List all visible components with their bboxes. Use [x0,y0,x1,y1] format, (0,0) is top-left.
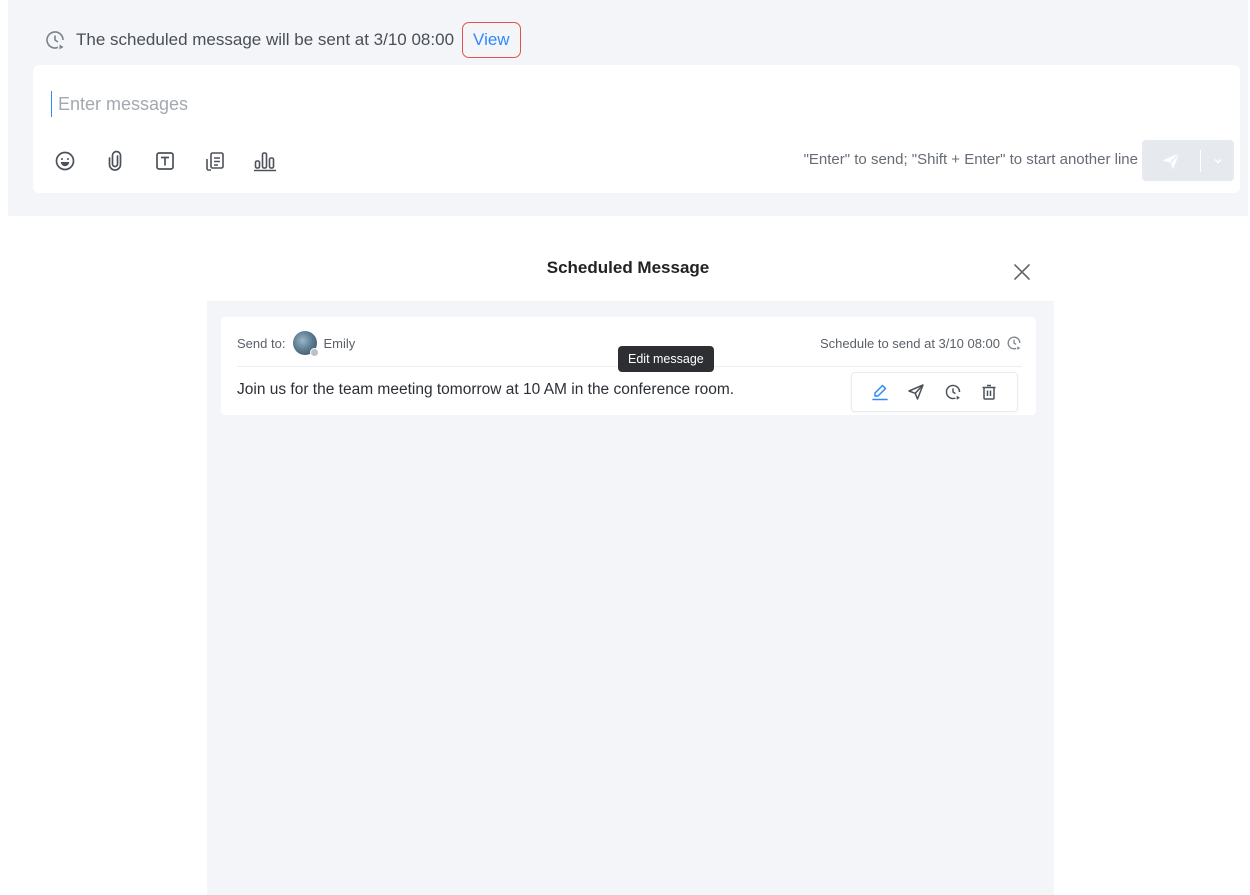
scheduled-clock-icon [44,29,66,51]
schedule-notice-text: The scheduled message will be sent at 3/… [76,30,455,49]
message-composer-area: The scheduled message will be sent at 3/… [8,0,1248,216]
composer-box: "Enter" to send; "Shift + Enter" to star… [33,65,1240,193]
poll-icon[interactable] [253,149,277,173]
delete-icon[interactable] [979,382,999,402]
message-body: Join us for the team meeting tomorrow at… [237,381,735,398]
message-input[interactable] [51,91,851,117]
view-scheduled-link[interactable]: View [462,22,521,58]
close-icon[interactable] [1010,260,1034,284]
recipient-name: Emily [323,335,356,351]
emoji-icon[interactable] [53,149,77,173]
edit-icon[interactable] [870,382,890,402]
reschedule-icon[interactable] [943,382,963,402]
send-to-label: Send to: [237,335,286,351]
send-now-icon[interactable] [906,382,926,402]
send-button-group [1142,140,1234,181]
composer-toolbar [53,147,277,175]
message-actions [851,372,1018,412]
template-icon[interactable] [203,149,227,173]
attachment-icon[interactable] [103,149,127,173]
send-button[interactable] [1142,140,1200,181]
scheduled-message-list: Send to: Emily Schedule to send at 3/10 … [207,301,1054,895]
send-hint-text: "Enter" to send; "Shift + Enter" to star… [803,151,1138,168]
text-format-icon[interactable] [153,149,177,173]
scheduled-clock-icon [1006,335,1022,351]
schedule-notice: The scheduled message will be sent at 3/… [44,22,521,58]
schedule-time-text: Schedule to send at 3/10 08:00 [820,335,1000,351]
modal-title: Scheduled Message [546,258,710,277]
avatar [293,331,320,357]
edit-message-tooltip: Edit message [618,346,714,372]
send-options-dropdown[interactable] [1201,140,1234,181]
